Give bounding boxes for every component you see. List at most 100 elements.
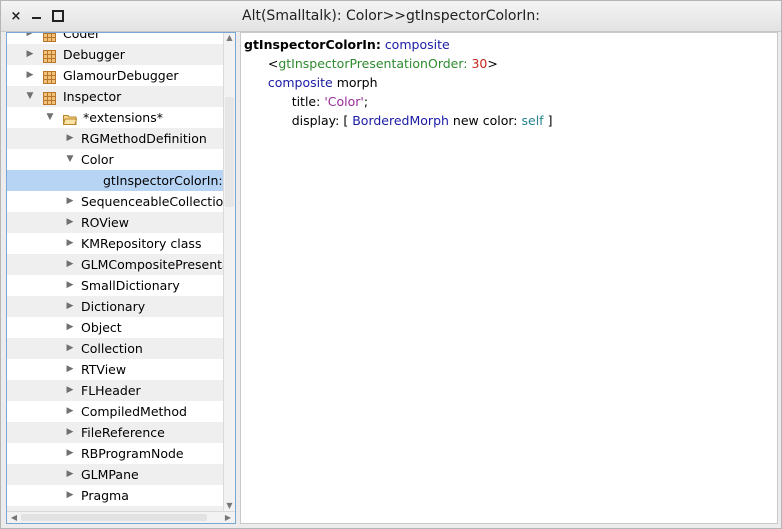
horizontal-scrollbar[interactable]: ◀ ▶ bbox=[7, 511, 235, 523]
collapsed-arrow-icon[interactable]: ▶ bbox=[25, 44, 35, 65]
tree-item[interactable]: ▶ Collection bbox=[7, 338, 223, 359]
tree-item[interactable]: ▶ RTView bbox=[7, 359, 223, 380]
collapsed-arrow-icon[interactable]: ▶ bbox=[65, 296, 75, 317]
tree-item[interactable]: ▶ GLMPane bbox=[7, 464, 223, 485]
vertical-scroll-thumb[interactable] bbox=[225, 97, 234, 207]
tree-item-label: RGMethodDefinition bbox=[81, 131, 207, 146]
code-string: 'Color' bbox=[324, 94, 364, 109]
tree-item[interactable]: ▶ Dictionary bbox=[7, 296, 223, 317]
tree-item-label: Dictionary bbox=[81, 299, 146, 314]
code-new: new bbox=[452, 113, 479, 128]
tree-item-label: RTView bbox=[81, 362, 127, 377]
package-icon bbox=[43, 48, 56, 63]
collapsed-arrow-icon[interactable]: ▶ bbox=[65, 401, 75, 422]
scroll-down-icon[interactable]: ▼ bbox=[224, 501, 235, 511]
window-title: Alt(Smalltalk): Color>>gtInspectorColorI… bbox=[242, 8, 540, 24]
tree-item-label: FLHeader bbox=[81, 383, 141, 398]
title-bar[interactable]: × Alt(Smalltalk): Color>>gtInspectorColo… bbox=[1, 1, 781, 32]
tree-item[interactable]: ▼ *extensions* bbox=[7, 107, 223, 128]
collapsed-arrow-icon[interactable]: ▶ bbox=[25, 65, 35, 86]
tree-item[interactable]: ▶ Coder bbox=[7, 32, 223, 44]
tree-item[interactable]: ▼ Color bbox=[7, 149, 223, 170]
tree-item-selected[interactable]: gtInspectorColorIn: bbox=[7, 170, 223, 191]
expanded-arrow-icon[interactable]: ▼ bbox=[65, 149, 75, 170]
tree-item-label: Debugger bbox=[63, 47, 125, 62]
collapsed-arrow-icon[interactable]: ▶ bbox=[65, 254, 75, 275]
tree-item[interactable]: ▶ CompiledMethod bbox=[7, 401, 223, 422]
code-color-keyword: color: bbox=[482, 113, 518, 128]
scroll-up-icon[interactable]: ▲ bbox=[224, 33, 235, 43]
code-editor[interactable]: gtInspectorColorIn: composite <gtInspect… bbox=[240, 32, 778, 524]
pragma-open: < bbox=[267, 56, 279, 71]
tree-item[interactable]: ▶ Pragma bbox=[7, 485, 223, 506]
code-receiver: composite bbox=[267, 75, 333, 90]
collapsed-arrow-icon[interactable]: ▶ bbox=[65, 464, 75, 485]
collapsed-arrow-icon[interactable]: ▶ bbox=[65, 275, 75, 296]
method-selector: gtInspectorColorIn: bbox=[244, 37, 381, 52]
method-source[interactable]: gtInspectorColorIn: composite <gtInspect… bbox=[244, 35, 552, 130]
tree-item[interactable]: ▶ KMRepository class bbox=[7, 233, 223, 254]
package-icon bbox=[43, 33, 56, 42]
tree-item-label: KMRepository class bbox=[81, 236, 202, 251]
tree-item-label: GLMPane bbox=[81, 467, 139, 482]
code-self: self bbox=[521, 113, 544, 128]
tree-item-label: GLMCompositePresentation bbox=[81, 257, 223, 272]
package-tree[interactable]: ▶ Coder ▶ Debugger ▶ GlamourDebugger ▼ Inspecto… bbox=[6, 32, 236, 524]
pragma-value: 30 bbox=[471, 56, 488, 71]
collapsed-arrow-icon[interactable]: ▶ bbox=[65, 338, 75, 359]
collapsed-arrow-icon[interactable]: ▶ bbox=[65, 380, 75, 401]
collapsed-arrow-icon[interactable]: ▶ bbox=[65, 191, 75, 212]
collapsed-arrow-icon[interactable]: ▶ bbox=[65, 212, 75, 233]
tree-item[interactable]: ▶ Object bbox=[7, 317, 223, 338]
tree-item-label: Collection bbox=[81, 341, 143, 356]
tree-item-label: *extensions* bbox=[83, 110, 163, 125]
collapsed-arrow-icon[interactable]: ▶ bbox=[65, 422, 75, 443]
tree-item[interactable]: ▶ SmallDictionary bbox=[7, 275, 223, 296]
tree-item-label: Inspector bbox=[63, 89, 122, 104]
tree-item[interactable]: ▶ ROView bbox=[7, 212, 223, 233]
collapsed-arrow-icon[interactable]: ▶ bbox=[65, 128, 75, 149]
tree-item[interactable]: ▶ GLMCompositePresentation bbox=[7, 254, 223, 275]
tree-item-label: ROView bbox=[81, 215, 129, 230]
code-block-open: [ bbox=[343, 113, 349, 128]
scroll-right-icon[interactable]: ▶ bbox=[223, 512, 233, 523]
tree-item-label: GlamourDebugger bbox=[63, 68, 179, 83]
package-icon bbox=[43, 69, 56, 84]
pragma-close: > bbox=[487, 56, 498, 71]
tree-item[interactable]: ▶ FileReference bbox=[7, 422, 223, 443]
tree-item-label: FileReference bbox=[81, 425, 165, 440]
package-icon bbox=[43, 90, 56, 105]
expanded-arrow-icon[interactable]: ▼ bbox=[45, 107, 55, 128]
pragma-name: gtInspectorPresentationOrder: bbox=[278, 56, 468, 71]
horizontal-scroll-thumb[interactable] bbox=[21, 514, 207, 521]
tree-item-label: Object bbox=[81, 320, 122, 335]
scroll-left-icon[interactable]: ◀ bbox=[9, 512, 19, 523]
code-cascade-end: ; bbox=[363, 94, 369, 109]
tree-item[interactable]: ▶ GlamourDebugger bbox=[7, 65, 223, 86]
code-message: morph bbox=[336, 75, 378, 90]
code-block-close: ] bbox=[547, 113, 553, 128]
collapsed-arrow-icon[interactable]: ▶ bbox=[65, 443, 75, 464]
collapsed-arrow-icon[interactable]: ▶ bbox=[65, 359, 75, 380]
method-argument: composite bbox=[384, 37, 450, 52]
tree-item-label: Pragma bbox=[81, 488, 129, 503]
tree-item[interactable]: ▶ RGMethodDefinition bbox=[7, 128, 223, 149]
tree-item-label: Color bbox=[81, 152, 114, 167]
collapsed-arrow-icon[interactable]: ▶ bbox=[25, 33, 35, 44]
tree-item[interactable]: ▶ RBProgramNode bbox=[7, 443, 223, 464]
tree-item-label: RBProgramNode bbox=[81, 446, 184, 461]
collapsed-arrow-icon[interactable]: ▶ bbox=[65, 233, 75, 254]
tree-item[interactable]: ▶ Debugger bbox=[7, 44, 223, 65]
tree-item-label: Coder bbox=[63, 32, 101, 41]
tree-item-label: gtInspectorColorIn: bbox=[103, 173, 223, 188]
tree-item[interactable]: ▼ Inspector bbox=[7, 86, 223, 107]
collapsed-arrow-icon[interactable]: ▶ bbox=[65, 317, 75, 338]
tree-item-label: SequenceableCollection bbox=[81, 194, 223, 209]
tree-item[interactable]: ▶ SequenceableCollection bbox=[7, 191, 223, 212]
expanded-arrow-icon[interactable]: ▼ bbox=[25, 86, 35, 107]
browser-window: × Alt(Smalltalk): Color>>gtInspectorColo… bbox=[0, 0, 782, 529]
collapsed-arrow-icon[interactable]: ▶ bbox=[65, 485, 75, 506]
tree-item[interactable]: ▶ FLHeader bbox=[7, 380, 223, 401]
vertical-scrollbar[interactable]: ▲ ▼ bbox=[223, 33, 235, 511]
code-class-ref: BorderedMorph bbox=[352, 113, 449, 128]
